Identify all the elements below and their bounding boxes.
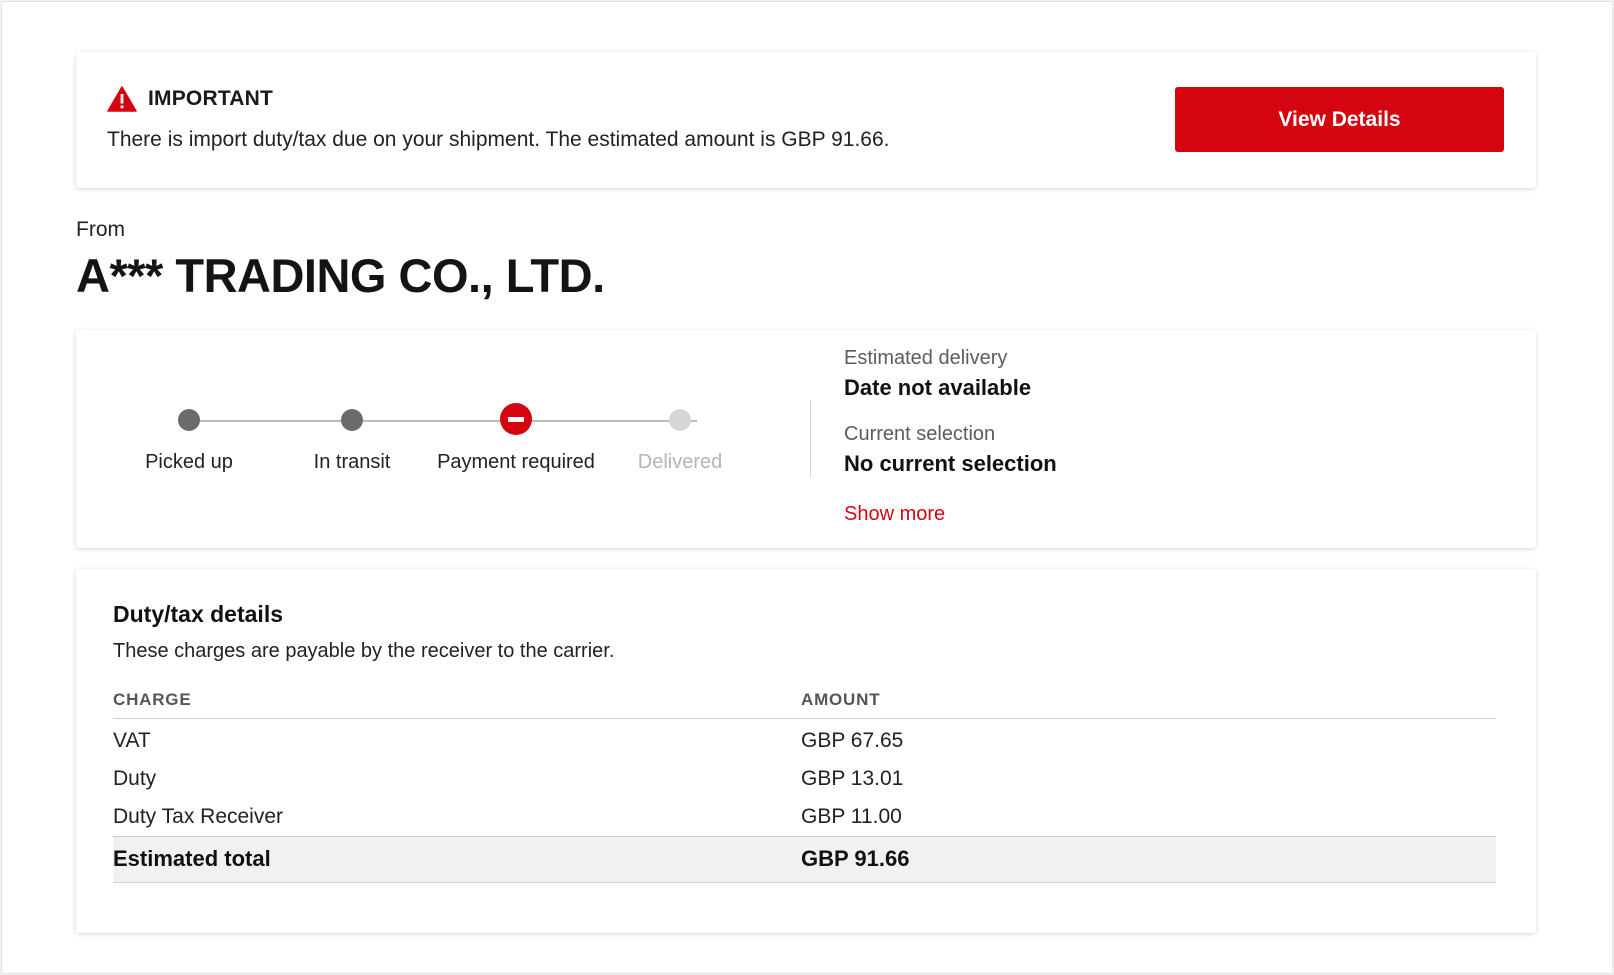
estimated-total-row: Estimated total GBP 91.66 — [113, 835, 1496, 883]
charge-cell: Duty — [113, 767, 157, 790]
amount-cell: GBP 11.00 — [801, 804, 902, 828]
column-header-amount: AMOUNT — [801, 682, 1496, 719]
table-row: VAT GBP 67.65 — [113, 718, 1496, 760]
column-header-charge: CHARGE — [113, 682, 801, 719]
alert-title: IMPORTANT — [148, 87, 274, 110]
amount-cell: GBP 13.01 — [801, 767, 904, 790]
view-details-button[interactable]: View Details — [1175, 87, 1504, 152]
step-label: Delivered — [637, 451, 723, 473]
step-done-dot — [178, 409, 200, 431]
total-amount: GBP 91.66 — [801, 835, 1496, 883]
from-label: From — [76, 218, 125, 241]
amount-cell: GBP 67.65 — [801, 729, 904, 753]
step-done-dot — [341, 409, 363, 431]
duty-charges-table: CHARGE AMOUNT VAT GBP 67.65 Duty GBP 13.… — [113, 682, 1496, 883]
table-row: Duty Tax Receiver GBP 11.00 — [113, 798, 1496, 836]
charge-cell: VAT — [113, 729, 151, 753]
step-label: Payment required — [437, 451, 595, 473]
total-label: Estimated total — [113, 835, 801, 883]
show-more-link[interactable]: Show more — [844, 503, 945, 526]
table-header-row: CHARGE AMOUNT — [113, 682, 1496, 719]
divider — [810, 400, 811, 478]
current-selection-value: No current selection — [844, 451, 1057, 476]
duty-tax-details-card: Duty/tax details These charges are payab… — [76, 569, 1536, 933]
page: IMPORTANT There is import duty/tax due o… — [1, 1, 1613, 974]
duty-section-subtitle: These charges are payable by the receive… — [113, 640, 615, 662]
charge-cell: Duty Tax Receiver — [113, 804, 284, 828]
alert-message: There is import duty/tax due on your shi… — [107, 128, 890, 151]
step-pending-dot — [669, 409, 691, 431]
current-selection-label: Current selection — [844, 423, 996, 445]
estimated-delivery-value: Date not available — [844, 375, 1032, 400]
table-row: Duty GBP 13.01 — [113, 760, 1496, 798]
sender-name: A*** TRADING CO., LTD. — [76, 249, 605, 302]
payment-required-icon — [500, 403, 532, 435]
shipment-status-card: Picked up In transit Payment required De… — [76, 330, 1536, 548]
step-label: In transit — [313, 451, 391, 473]
alert-header: IMPORTANT — [107, 86, 273, 112]
duty-section-title: Duty/tax details — [113, 601, 283, 627]
estimated-delivery-label: Estimated delivery — [844, 347, 1008, 369]
warning-triangle-icon — [107, 86, 137, 112]
progress-track — [189, 420, 697, 422]
step-label: Picked up — [145, 451, 233, 473]
duty-alert-card: IMPORTANT There is import duty/tax due o… — [76, 52, 1536, 188]
